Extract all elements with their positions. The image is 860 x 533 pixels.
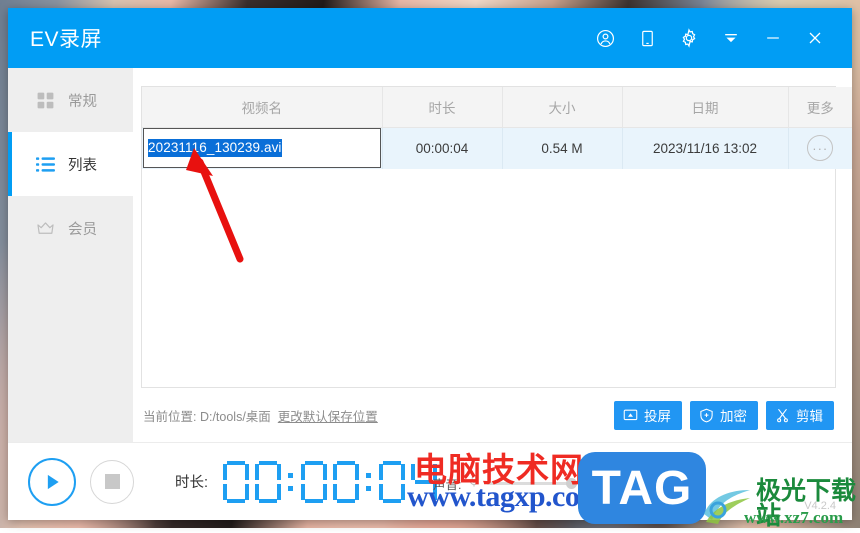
sidebar-item-general[interactable]: 常规 xyxy=(8,68,133,132)
current-path-label: 当前位置: D:/tools/桌面 xyxy=(143,406,271,425)
sidebar-item-list[interactable]: 列表 xyxy=(8,132,133,196)
sound-label: 声音: xyxy=(433,474,461,493)
sidebar: 常规 列表 xyxy=(8,68,133,442)
volume-slider-handle[interactable] xyxy=(566,478,577,489)
cell-date: 2023/11/16 13:02 xyxy=(622,127,788,169)
version-label: V4.2.4 xyxy=(804,500,836,512)
timer-digit xyxy=(255,461,281,503)
rename-input-selected-text: 20231116_130239.avi xyxy=(148,139,282,157)
encrypt-button-label: 加密 xyxy=(720,405,747,425)
table-header-row: 视频名 时长 大小 日期 更多 xyxy=(142,87,852,127)
app-title: EV录屏 xyxy=(30,23,102,53)
sidebar-item-label: 常规 xyxy=(68,90,97,111)
encrypt-button[interactable]: 加密 xyxy=(690,401,758,430)
stop-button[interactable] xyxy=(90,460,134,504)
scissors-icon xyxy=(775,408,790,423)
collapse-icon[interactable] xyxy=(712,19,750,57)
shield-plus-icon xyxy=(699,408,714,423)
column-header-name[interactable]: 视频名 xyxy=(142,87,382,127)
cast-button-label: 投屏 xyxy=(644,405,671,425)
path-bar: 当前位置: D:/tools/桌面 更改默认保存位置 投屏 xyxy=(141,388,836,442)
minimize-icon[interactable] xyxy=(754,19,792,57)
change-save-location-link[interactable]: 更改默认保存位置 xyxy=(278,406,378,425)
timer-colon xyxy=(364,461,374,503)
close-icon[interactable] xyxy=(796,19,834,57)
column-header-more: 更多 xyxy=(788,87,852,127)
column-header-duration[interactable]: 时长 xyxy=(382,87,502,127)
rename-input[interactable]: 20231116_130239.avi xyxy=(143,128,381,168)
list-icon xyxy=(36,155,55,174)
cell-more[interactable]: ··· xyxy=(788,127,852,169)
footer-controls: 时长: 声音: V4.2.4 xyxy=(8,442,852,520)
speaker-icon[interactable] xyxy=(579,473,594,493)
video-table: 视频名 时长 大小 日期 更多 20231116_130239.avi xyxy=(142,87,852,169)
timer-digit xyxy=(333,461,359,503)
more-options-icon[interactable]: ··· xyxy=(807,135,833,161)
column-header-date[interactable]: 日期 xyxy=(622,87,788,127)
sidebar-item-label: 列表 xyxy=(68,154,97,175)
action-buttons: 投屏 加密 xyxy=(614,401,834,430)
timer-digit xyxy=(379,461,405,503)
cell-size: 0.54 M xyxy=(502,127,622,169)
cell-duration: 00:00:04 xyxy=(382,127,502,169)
duration-display xyxy=(220,461,440,503)
sidebar-item-member[interactable]: 会员 xyxy=(8,196,133,260)
play-icon xyxy=(42,472,62,492)
ev-recorder-window: EV录屏 xyxy=(8,8,852,520)
play-button[interactable] xyxy=(28,458,76,506)
account-icon[interactable] xyxy=(586,19,624,57)
grid-icon xyxy=(36,91,55,110)
sound-control: 声音: xyxy=(433,473,594,493)
title-bar: EV录屏 xyxy=(8,8,852,68)
volume-slider[interactable] xyxy=(487,482,573,485)
gear-icon[interactable] xyxy=(670,19,708,57)
sidebar-item-label: 会员 xyxy=(68,218,97,239)
timer-digit xyxy=(301,461,327,503)
title-bar-actions xyxy=(586,19,834,57)
mobile-icon[interactable] xyxy=(628,19,666,57)
stop-icon xyxy=(105,474,120,489)
duration-label: 时长: xyxy=(175,471,208,492)
cast-button[interactable]: 投屏 xyxy=(614,401,682,430)
table-row[interactable]: 20231116_130239.avi 00:00:04 0.54 M 2023… xyxy=(142,127,852,169)
column-header-size[interactable]: 大小 xyxy=(502,87,622,127)
cell-video-name[interactable]: 20231116_130239.avi xyxy=(142,127,382,169)
edit-button-label: 剪辑 xyxy=(796,405,823,425)
window-body: 常规 列表 xyxy=(8,68,852,442)
timer-colon xyxy=(286,461,296,503)
cast-icon xyxy=(623,408,638,423)
content-area: 视频名 时长 大小 日期 更多 20231116_130239.avi xyxy=(133,68,852,442)
video-list-table: 视频名 时长 大小 日期 更多 20231116_130239.avi xyxy=(141,86,836,388)
timer-digit xyxy=(223,461,249,503)
table-empty-space xyxy=(142,169,835,387)
edit-button[interactable]: 剪辑 xyxy=(766,401,834,430)
microphone-icon[interactable] xyxy=(467,474,481,493)
crown-icon xyxy=(36,219,55,238)
